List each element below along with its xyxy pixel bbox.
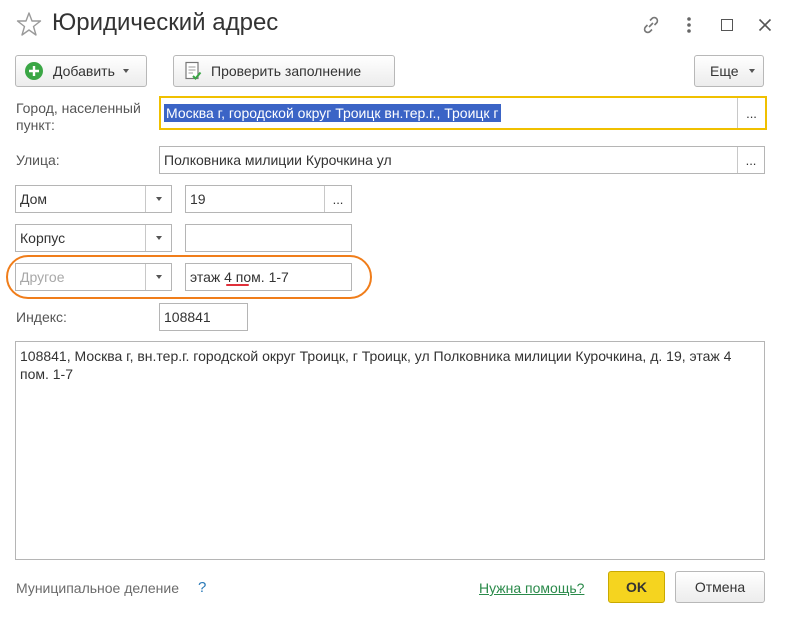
more-button[interactable]: Еще: [694, 55, 764, 87]
house-type-select[interactable]: Дом: [15, 185, 172, 213]
municipal-help-icon[interactable]: ?: [198, 579, 206, 596]
add-button-label: Добавить: [53, 63, 115, 79]
building-type-select[interactable]: Корпус: [15, 224, 172, 252]
full-address-textarea[interactable]: 108841, Москва г, вн.тер.г. городской ок…: [15, 341, 765, 560]
chevron-down-icon[interactable]: [145, 225, 171, 251]
check-filling-button[interactable]: Проверить заполнение: [173, 55, 395, 87]
ok-button-label: OK: [626, 579, 647, 595]
house-number-value: 19: [190, 191, 206, 207]
ok-button[interactable]: OK: [608, 571, 665, 603]
help-link[interactable]: Нужна помощь?: [479, 580, 584, 596]
index-value: 108841: [164, 309, 211, 325]
favorite-star-icon[interactable]: [16, 11, 42, 37]
index-label: Индекс:: [16, 309, 67, 325]
city-field[interactable]: Москва г, городской округ Троицк вн.тер.…: [159, 96, 767, 130]
document-check-icon: [184, 61, 202, 81]
chevron-down-icon[interactable]: [145, 264, 171, 290]
spellcheck-underline: [226, 284, 249, 286]
more-options-icon[interactable]: [678, 14, 700, 36]
index-field[interactable]: 108841: [159, 303, 248, 331]
window-title: Юридический адрес: [52, 9, 279, 36]
check-filling-label: Проверить заполнение: [211, 63, 362, 79]
add-button[interactable]: Добавить: [15, 55, 147, 87]
link-icon[interactable]: [640, 14, 662, 36]
house-select-button[interactable]: ...: [324, 186, 351, 212]
other-value: этаж 4 пом. 1-7: [190, 269, 289, 285]
chevron-down-icon: [748, 69, 755, 73]
street-label: Улица:: [16, 152, 60, 168]
street-field[interactable]: Полковника милиции Курочкина ул ...: [159, 146, 765, 174]
other-type-placeholder: Другое: [20, 269, 65, 285]
other-value-field[interactable]: этаж 4 пом. 1-7: [185, 263, 352, 291]
maximize-icon[interactable]: [716, 14, 738, 36]
close-icon[interactable]: [754, 14, 776, 36]
cancel-button-label: Отмена: [694, 579, 746, 595]
house-type-value: Дом: [20, 191, 48, 207]
street-select-button[interactable]: ...: [737, 147, 764, 173]
chevron-down-icon[interactable]: [145, 186, 171, 212]
building-number-field[interactable]: [185, 224, 352, 252]
city-select-button[interactable]: ...: [737, 98, 765, 128]
full-address-text: 108841, Москва г, вн.тер.г. городской ок…: [20, 348, 732, 382]
cancel-button[interactable]: Отмена: [675, 571, 765, 603]
building-type-value: Корпус: [20, 230, 66, 246]
other-type-select[interactable]: Другое: [15, 263, 172, 291]
city-label: Город, населенный пункт:: [16, 100, 141, 133]
chevron-down-icon: [122, 69, 129, 73]
more-button-label: Еще: [710, 63, 739, 79]
plus-circle-icon: [24, 61, 44, 81]
city-value: Москва г, городской округ Троицк вн.тер.…: [164, 104, 501, 122]
house-number-field[interactable]: 19 ...: [185, 185, 352, 213]
municipal-division-label[interactable]: Муниципальное деление: [16, 580, 179, 596]
street-value: Полковника милиции Курочкина ул: [164, 152, 392, 168]
